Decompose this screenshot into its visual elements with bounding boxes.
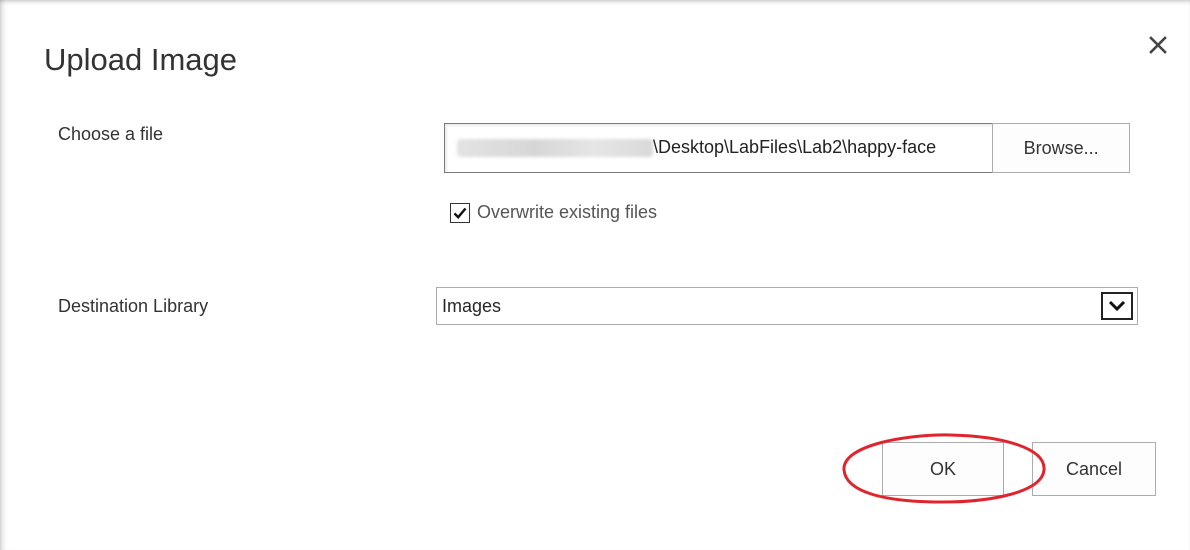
chevron-down-icon xyxy=(1108,300,1126,312)
checkmark-icon xyxy=(453,207,467,219)
dialog-title: Upload Image xyxy=(44,42,238,77)
browse-button[interactable]: Browse... xyxy=(992,123,1130,173)
overwrite-label: Overwrite existing files xyxy=(477,202,658,222)
overwrite-option: Overwrite existing files xyxy=(450,202,657,223)
file-path-text: \Desktop\LabFiles\Lab2\happy-face xyxy=(653,137,937,157)
destination-library-value: Images xyxy=(442,295,502,316)
dropdown-arrow-button[interactable] xyxy=(1101,292,1133,320)
cancel-button[interactable]: Cancel xyxy=(1032,442,1156,496)
destination-library-select[interactable]: Images xyxy=(436,287,1138,325)
close-icon xyxy=(1149,36,1167,54)
overwrite-checkbox[interactable] xyxy=(450,202,470,223)
destination-library-label: Destination Library xyxy=(58,296,209,316)
redacted-path-segment xyxy=(457,139,653,157)
file-picker: \Desktop\LabFiles\Lab2\happy-face Browse… xyxy=(444,123,1130,173)
file-path-field[interactable]: \Desktop\LabFiles\Lab2\happy-face xyxy=(444,123,993,173)
ok-button[interactable]: OK xyxy=(882,442,1004,496)
choose-file-label: Choose a file xyxy=(58,124,164,144)
upload-image-dialog: Upload Image Choose a file \Desktop\LabF… xyxy=(0,0,1190,550)
close-button[interactable] xyxy=(1146,33,1170,57)
